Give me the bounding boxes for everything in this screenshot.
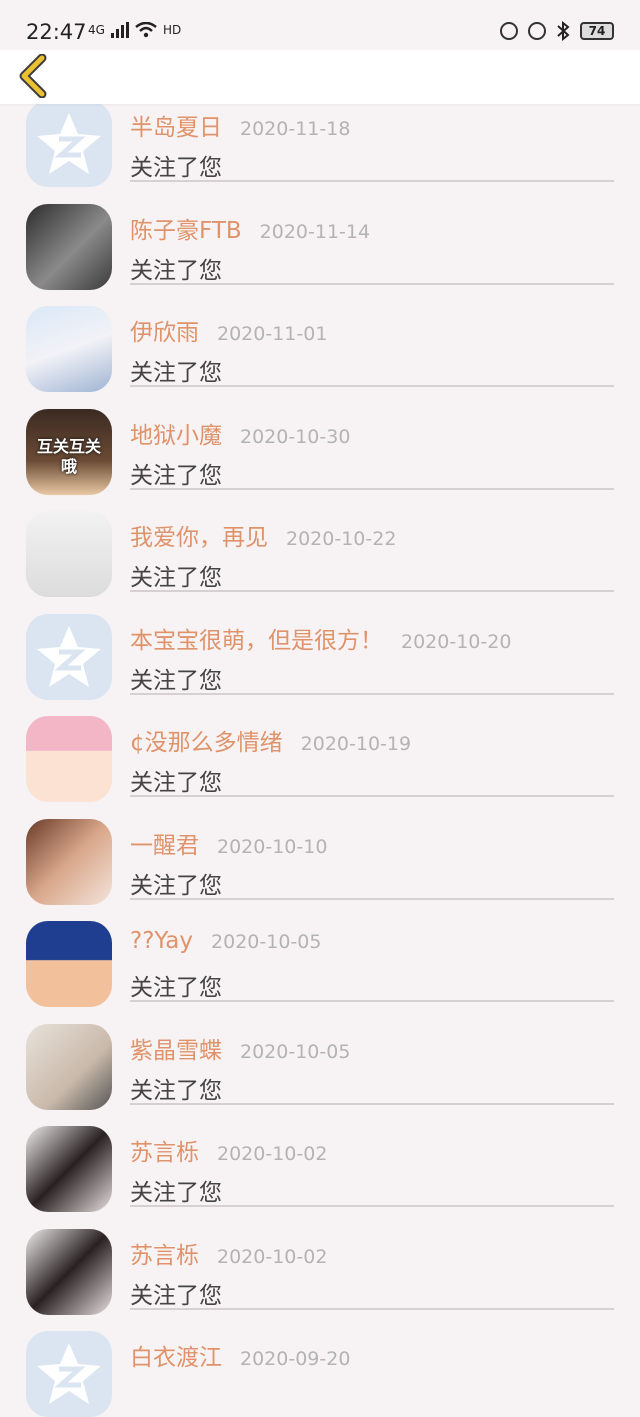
avatar[interactable]	[26, 1331, 112, 1417]
status-time: 22:47	[26, 20, 87, 44]
avatar[interactable]	[26, 716, 112, 802]
notification-date: 2020-10-02	[217, 1143, 328, 1165]
user-name-text[interactable]: 本宝宝很萌，但是很方！	[130, 628, 383, 654]
notification-date: 2020-10-05	[211, 931, 322, 953]
qzone-star-icon	[37, 625, 101, 687]
avatar[interactable]	[26, 203, 112, 290]
back-button[interactable]	[16, 53, 50, 99]
user-name-text[interactable]: 紫晶雪蝶	[130, 1038, 222, 1064]
hd-label: HD	[162, 23, 182, 37]
avatar[interactable]	[26, 921, 112, 1007]
user-name[interactable]: ??Yay 2020-10-05	[130, 928, 321, 954]
user-name[interactable]: 本宝宝很萌，但是很方！ 2020-10-20	[130, 621, 511, 655]
notification-action: 关注了您	[130, 872, 222, 899]
status-bar: 22:47 4G HD 74	[0, 0, 640, 50]
notification-item[interactable]: 互关互关哦 地狱小魔 2020-10-30 关注了您	[0, 388, 640, 495]
notification-date: 2020-11-18	[240, 118, 351, 140]
user-name-text[interactable]: 陈子豪FTB	[130, 218, 242, 244]
notification-item[interactable]: 苏言栎 2020-10-02 关注了您	[0, 1105, 640, 1212]
notification-action: 关注了您	[130, 975, 222, 1001]
battery-icon: 74	[580, 22, 614, 40]
notification-item[interactable]: 苏言栎 2020-10-02 关注了您	[0, 1208, 640, 1315]
notification-date: 2020-11-14	[259, 220, 371, 243]
avatar[interactable]	[26, 613, 112, 700]
notification-action: 关注了您	[130, 257, 222, 284]
user-name-text[interactable]: 一醒君	[130, 833, 199, 859]
notification-action: 关注了您	[130, 1282, 222, 1309]
user-name-text[interactable]: 白衣渡江	[130, 1345, 222, 1371]
avatar[interactable]	[26, 1023, 112, 1110]
signal-icon	[110, 22, 129, 38]
notification-item[interactable]: 陈子豪FTB 2020-11-14 关注了您	[0, 183, 640, 290]
user-name-text[interactable]: ¢没那么多情绪	[130, 730, 283, 756]
notification-date: 2020-10-05	[240, 1040, 351, 1063]
avatar[interactable]: 互关互关哦	[26, 408, 112, 495]
notification-action: 关注了您	[130, 770, 222, 796]
user-name-text[interactable]: 苏言栎	[130, 1243, 199, 1269]
notification-action: 关注了您	[130, 667, 222, 694]
user-name-text[interactable]: 伊欣雨	[130, 320, 199, 346]
notification-item[interactable]: 一醒君 2020-10-10 关注了您	[0, 798, 640, 905]
status-left-icons: 4G HD	[88, 22, 181, 38]
notification-action: 关注了您	[130, 155, 222, 181]
user-name-text[interactable]: ??Yay	[130, 928, 193, 954]
notification-item[interactable]: 伊欣雨 2020-11-01 关注了您	[0, 285, 640, 392]
user-name[interactable]: ¢没那么多情绪 2020-10-19	[130, 723, 411, 757]
user-name[interactable]: 半岛夏日 2020-11-18	[130, 108, 350, 142]
notification-date: 2020-09-20	[240, 1348, 351, 1370]
alarm-icon	[528, 22, 546, 40]
notification-action: 关注了您	[130, 360, 222, 386]
user-name-text[interactable]: 苏言栎	[130, 1140, 199, 1166]
wifi-icon	[135, 22, 157, 38]
user-name[interactable]: 我爱你，再见 2020-10-22	[130, 518, 396, 552]
user-name[interactable]: 白衣渡江 2020-09-20	[130, 1338, 350, 1372]
avatar-caption: 互关互关哦	[36, 436, 101, 476]
network-label: 4G	[88, 23, 105, 37]
avatar[interactable]	[26, 1228, 112, 1315]
notification-item[interactable]: 紫晶雪蝶 2020-10-05 关注了您	[0, 1003, 640, 1110]
notification-date: 2020-10-22	[286, 528, 397, 550]
user-name-text[interactable]: 我爱你，再见	[130, 525, 268, 551]
notification-item[interactable]: 本宝宝很萌，但是很方！ 2020-10-20 关注了您	[0, 593, 640, 700]
notification-item[interactable]: ??Yay 2020-10-05 关注了您	[0, 900, 640, 1007]
user-name[interactable]: 紫晶雪蝶 2020-10-05	[130, 1031, 350, 1065]
user-name[interactable]: 一醒君 2020-10-10	[130, 826, 327, 860]
status-right-icons: 74	[500, 21, 614, 41]
notification-item[interactable]: 我爱你，再见 2020-10-22 关注了您	[0, 490, 640, 597]
chevron-left-icon	[19, 53, 47, 99]
user-name[interactable]: 地狱小魔 2020-10-30	[130, 416, 350, 450]
avatar[interactable]	[26, 306, 112, 392]
user-name[interactable]: 苏言栎 2020-10-02	[130, 1236, 327, 1270]
notification-action: 关注了您	[130, 1180, 222, 1206]
avatar[interactable]	[26, 1126, 112, 1212]
header-bar	[0, 46, 640, 104]
notification-date: 2020-10-30	[240, 425, 351, 448]
qzone-star-icon	[37, 1343, 101, 1404]
user-name[interactable]: 苏言栎 2020-10-02	[130, 1133, 327, 1167]
bluetooth-icon	[557, 21, 570, 41]
notification-date: 2020-10-02	[217, 1245, 328, 1268]
notification-date: 2020-10-10	[217, 835, 328, 858]
notification-action: 关注了您	[130, 462, 222, 489]
notification-action: 关注了您	[130, 1077, 222, 1104]
qzone-star-icon	[37, 113, 101, 174]
notification-date: 2020-11-01	[217, 323, 328, 345]
notification-date: 2020-10-19	[300, 733, 412, 755]
avatar[interactable]	[26, 818, 112, 905]
notification-action: 关注了您	[130, 565, 222, 591]
lock-rotation-icon	[500, 22, 518, 40]
notification-date: 2020-10-20	[401, 630, 512, 653]
user-name-text[interactable]: 地狱小魔	[130, 423, 222, 449]
notification-item[interactable]: ¢没那么多情绪 2020-10-19 关注了您	[0, 695, 640, 802]
avatar[interactable]	[26, 511, 112, 597]
user-name-text[interactable]: 半岛夏日	[130, 115, 222, 141]
avatar[interactable]	[26, 101, 112, 187]
user-name[interactable]: 陈子豪FTB 2020-11-14	[130, 211, 370, 245]
notification-item[interactable]: 白衣渡江 2020-09-20	[0, 1310, 640, 1417]
user-name[interactable]: 伊欣雨 2020-11-01	[130, 313, 327, 347]
